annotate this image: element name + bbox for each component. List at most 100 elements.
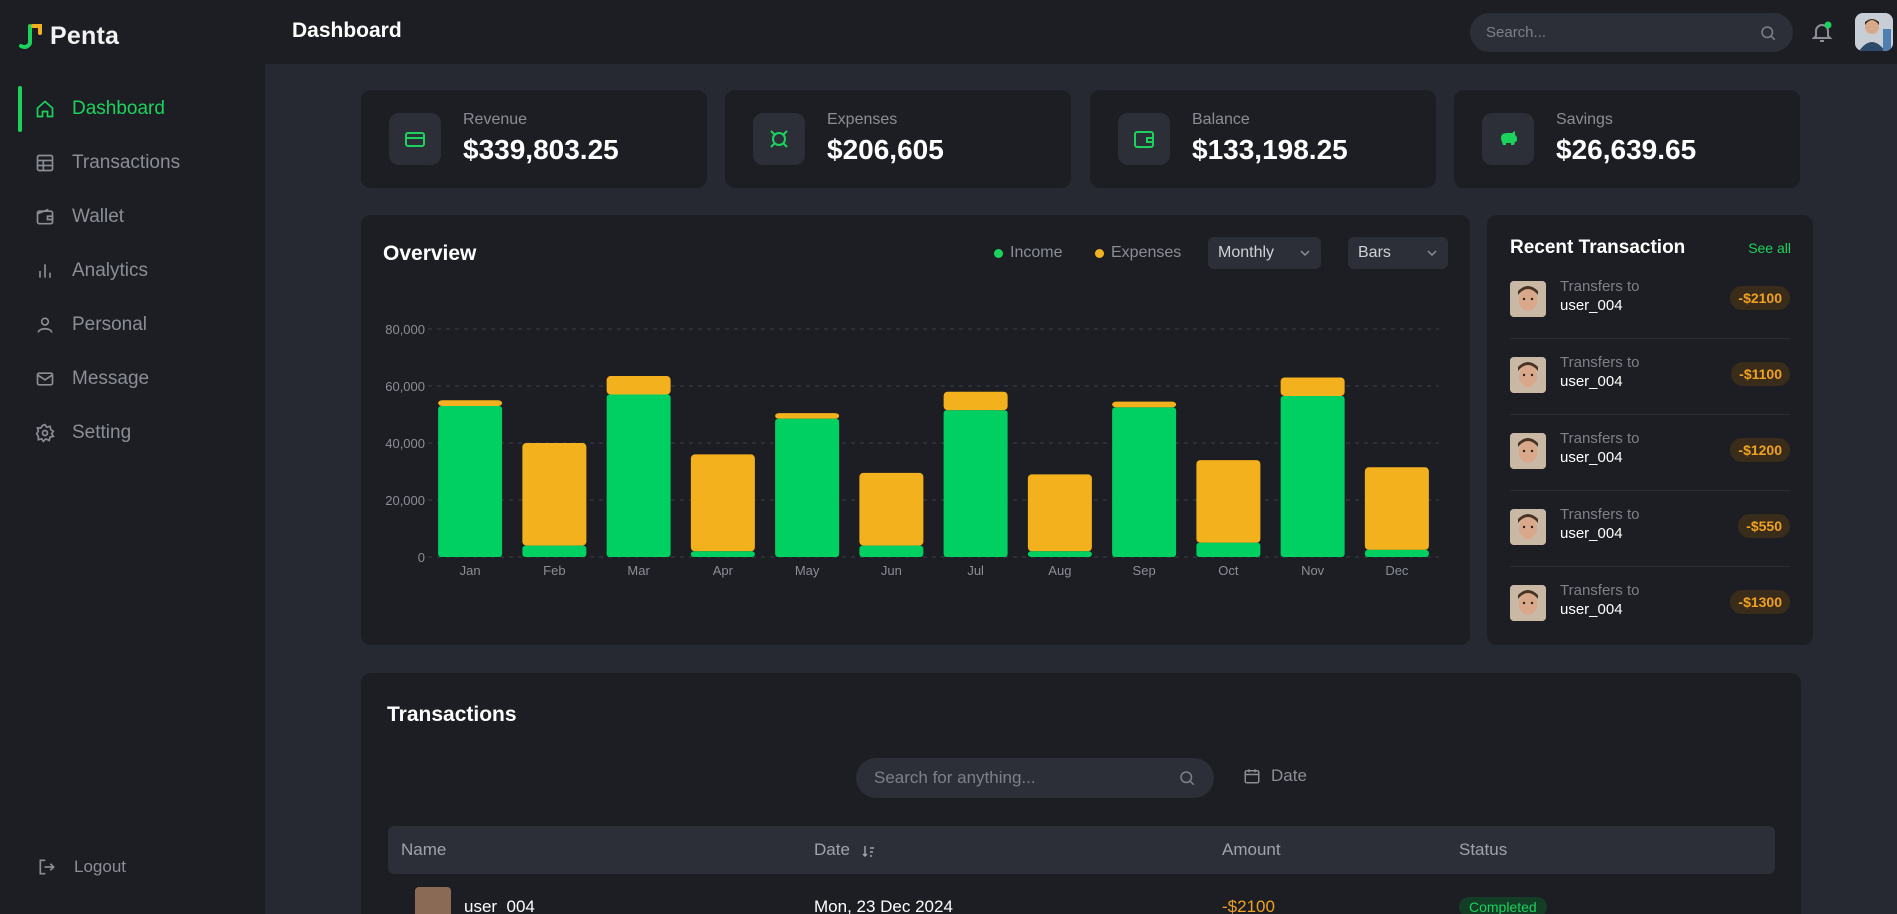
sidebar-item-wallet[interactable]: Wallet <box>18 194 248 240</box>
bar-income <box>943 410 1008 557</box>
y-tick-label: 40,000 <box>385 436 425 451</box>
bar-expenses <box>1364 467 1429 550</box>
x-tick-label: Nov <box>1301 563 1325 578</box>
list-item[interactable]: Transfers to user_004 -$1200 <box>1510 415 1790 491</box>
stat-value: $339,803.25 <box>463 134 619 165</box>
sidebar-item-transactions[interactable]: Transactions <box>18 140 248 186</box>
x-tick-label: Aug <box>1048 563 1071 578</box>
logout-icon <box>36 856 58 878</box>
bar-income <box>859 545 924 557</box>
y-tick-label: 60,000 <box>385 379 425 394</box>
transfer-label: Transfers to <box>1560 582 1640 599</box>
sidebar-item-dashboard[interactable]: Dashboard <box>18 86 248 132</box>
transfer-label: Transfers to <box>1560 506 1640 523</box>
see-all-link[interactable]: See all <box>1748 240 1791 256</box>
logo-icon <box>19 23 42 49</box>
avatar <box>1510 509 1546 545</box>
wallet-icon <box>34 206 56 228</box>
date-filter-button[interactable]: Date <box>1243 766 1307 786</box>
bar-expenses <box>438 400 503 406</box>
mail-icon <box>34 368 56 390</box>
search-input[interactable] <box>1486 24 1759 41</box>
home-icon <box>34 98 56 120</box>
calendar-icon <box>1244 769 1260 784</box>
search-icon[interactable] <box>1759 24 1777 42</box>
list-item[interactable]: Transfers to user_004 -$1300 <box>1510 567 1790 643</box>
column-header-status[interactable]: Status <box>1459 840 1507 860</box>
sidebar-item-label: Dashboard <box>72 98 165 119</box>
bar-expenses <box>1112 401 1177 408</box>
bar-income <box>1027 551 1092 557</box>
bell-icon[interactable] <box>1810 20 1834 44</box>
period-select[interactable]: Monthly <box>1208 237 1321 269</box>
cell-amount: -$2100 <box>1222 897 1275 914</box>
gear-icon <box>34 422 56 444</box>
bar-expenses <box>1196 460 1261 543</box>
logout-button[interactable]: Logout <box>36 856 126 878</box>
transfer-user: user_004 <box>1560 525 1623 542</box>
avatar <box>1510 585 1546 621</box>
transactions-title: Transactions <box>387 703 517 726</box>
legend-expenses: Expenses <box>1095 244 1181 262</box>
x-tick-label: Feb <box>543 563 565 578</box>
sidebar-item-label: Setting <box>72 422 132 443</box>
bar-expenses <box>690 454 755 552</box>
stat-card-revenue: Revenue $339,803.25 <box>361 90 707 188</box>
table-row[interactable]: user_004 Mon, 23 Dec 2024 -$2100 Complet… <box>388 883 1775 914</box>
bar-expenses <box>522 443 587 546</box>
card-icon <box>389 113 441 165</box>
bar-income <box>1196 542 1261 557</box>
sidebar-item-setting[interactable]: Setting <box>18 410 248 456</box>
column-header-date[interactable]: Date <box>814 840 875 860</box>
list-item[interactable]: Transfers to user_004 -$2100 <box>1510 263 1790 339</box>
page-title: Dashboard <box>292 19 402 42</box>
x-tick-label: Mar <box>627 563 650 578</box>
table-header: Name Date Amount Status <box>388 826 1775 874</box>
sidebar-item-label: Transactions <box>72 152 181 173</box>
sidebar-item-message[interactable]: Message <box>18 356 248 402</box>
avatar <box>415 887 451 914</box>
bar-income <box>438 405 503 557</box>
sidebar-item-label: Wallet <box>72 206 125 227</box>
bar-expenses <box>943 391 1008 411</box>
expenses-icon <box>753 113 805 165</box>
y-tick-label: 80,000 <box>385 322 425 337</box>
sidebar-item-analytics[interactable]: Analytics <box>18 248 248 294</box>
x-tick-label: May <box>795 563 820 578</box>
amount-badge: -$1300 <box>1730 590 1790 614</box>
stat-label: Revenue <box>463 111 528 128</box>
column-header-amount[interactable]: Amount <box>1222 840 1281 860</box>
transactions-card: Transactions Date Name Date Amount Statu… <box>361 673 1801 914</box>
overview-chart: 0 20,000 40,000 60,000 80,000 Jan Feb Mar Apr May… <box>385 322 1439 578</box>
bar-income <box>690 551 755 557</box>
wallet-icon <box>1118 113 1170 165</box>
bar-expenses <box>859 472 924 546</box>
cell-name: user_004 <box>464 897 535 914</box>
overview-title: Overview <box>383 242 477 265</box>
sidebar-item-label: Personal <box>72 314 147 335</box>
logo[interactable]: Penta <box>18 22 119 51</box>
piggy-bank-icon <box>1482 113 1534 165</box>
x-tick-label: Oct <box>1218 563 1239 578</box>
transactions-search-input[interactable] <box>874 768 1178 788</box>
list-item[interactable]: Transfers to user_004 -$1100 <box>1510 339 1790 415</box>
income-dot <box>994 248 1003 258</box>
column-header-name[interactable]: Name <box>401 840 446 860</box>
stat-label: Expenses <box>827 111 898 128</box>
cell-date: Mon, 23 Dec 2024 <box>814 897 953 914</box>
chart-type-select[interactable]: Bars <box>1348 237 1448 269</box>
avatar[interactable] <box>1855 13 1893 51</box>
bar-expenses <box>1280 377 1345 396</box>
sidebar-item-label: Analytics <box>72 260 149 281</box>
bar-expenses <box>1027 474 1092 552</box>
amount-badge: -$1200 <box>1730 438 1790 462</box>
list-item[interactable]: Transfers to user_004 -$550 <box>1510 491 1790 567</box>
bar-income <box>522 545 587 557</box>
bar-expenses <box>775 413 840 419</box>
avatar <box>1510 357 1546 393</box>
transactions-search-box <box>856 758 1214 798</box>
recent-transactions-card: Recent Transaction See all Transfers to u… <box>1487 215 1813 645</box>
x-tick-label: Jul <box>967 563 984 578</box>
search-icon[interactable] <box>1178 769 1196 787</box>
sidebar-item-personal[interactable]: Personal <box>18 302 248 348</box>
